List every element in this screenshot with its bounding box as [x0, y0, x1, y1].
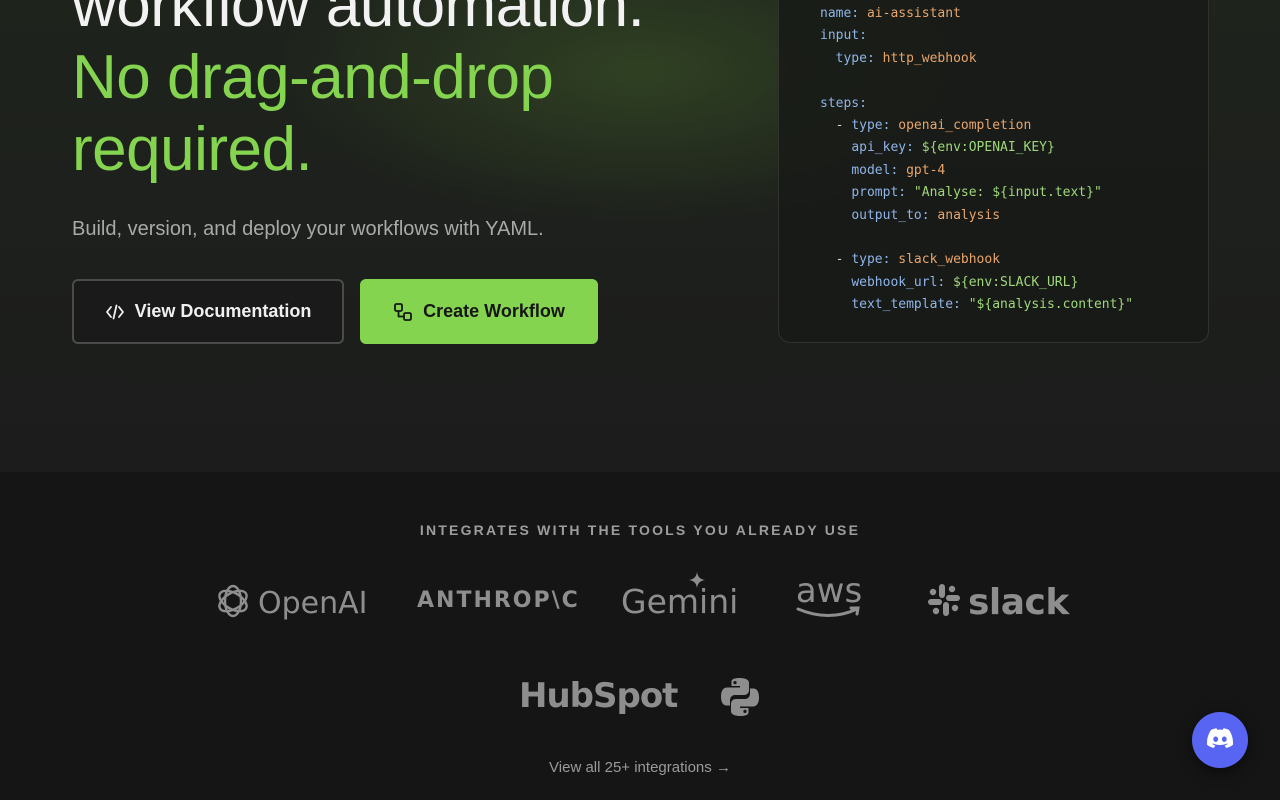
code-line: prompt: "Analyse: ${input.text}"	[820, 183, 1102, 203]
code-line: - type: openai_completion	[820, 116, 1032, 136]
code-value: "${analysis.content}"	[960, 297, 1134, 313]
gemini-logo: Gemini	[621, 572, 739, 621]
code-icon	[105, 302, 125, 322]
integrations-title: INTEGRATES WITH THE TOOLS YOU ALREADY US…	[419, 522, 861, 538]
create-workflow-label: Create Workflow	[423, 301, 565, 321]
code-key: type:	[851, 118, 891, 133]
hubspot-logo: HubSpot	[519, 676, 678, 716]
code-line: - type: slack_webhook	[820, 250, 1000, 270]
discord-icon	[1207, 727, 1233, 753]
openai-logo: OpenAI	[214, 582, 368, 625]
code-value: http_webhook	[874, 50, 977, 66]
python-icon	[720, 677, 760, 722]
code-key: webhook_url:	[851, 274, 946, 290]
anthropic-wordmark: ANTHROP\C	[417, 588, 580, 613]
slack-icon	[926, 582, 962, 623]
aws-logo: aws	[795, 571, 863, 625]
aws-smile-icon	[795, 606, 863, 625]
code-key: prompt:	[851, 185, 907, 201]
code-indent: -	[820, 118, 852, 133]
sparkle-icon	[689, 572, 705, 593]
code-line: input:	[820, 26, 867, 46]
code-line: name: ai-assistant	[820, 4, 961, 24]
headline-line-2: No drag-and-drop	[72, 43, 554, 112]
slack-logo: slack	[926, 582, 1069, 623]
code-value: gpt-4	[898, 162, 946, 178]
code-value: openai_completion	[890, 118, 1032, 133]
code-value: ai-assistant	[859, 6, 961, 21]
headline-line-1: workflow automation.	[72, 0, 645, 40]
discord-button[interactable]	[1192, 712, 1248, 768]
code-value: "Analyse: ${input.text}"	[906, 185, 1102, 201]
integrations-section: INTEGRATES WITH THE TOOLS YOU ALREADY US…	[0, 472, 1280, 800]
code-line: model: gpt-4	[820, 161, 945, 181]
code-indent: -	[820, 252, 852, 268]
create-workflow-button[interactable]: Create Workflow	[360, 279, 598, 344]
code-key: name:	[820, 6, 860, 21]
hero-headline: workflow automation. No drag-and-drop re…	[72, 0, 752, 186]
hero-section: workflow automation. No drag-and-drop re…	[0, 0, 1280, 472]
openai-icon	[214, 582, 252, 625]
headline-line-3: required.	[72, 115, 313, 184]
code-line: output_to: analysis	[820, 206, 1000, 226]
code-value: ${env:SLACK_URL}	[945, 274, 1079, 290]
code-key: input:	[820, 28, 867, 44]
code-key: steps:	[820, 95, 867, 111]
hero-subhead: Build, version, and deploy your workflow…	[72, 218, 544, 240]
code-line: type: http_webhook	[820, 49, 977, 69]
code-line: webhook_url: ${env:SLACK_URL}	[820, 273, 1078, 293]
gemini-wordmark: Gemini	[621, 582, 739, 621]
code-key: type:	[835, 50, 875, 66]
view-all-integrations-link[interactable]: View all 25+ integrations →	[0, 759, 1280, 776]
code-key: text_template:	[851, 297, 961, 313]
view-documentation-button[interactable]: View Documentation	[72, 279, 344, 344]
code-value: slack_webhook	[890, 252, 1001, 268]
code-value: analysis	[929, 207, 1001, 223]
workflow-icon	[393, 302, 413, 322]
slack-wordmark: slack	[968, 582, 1069, 623]
code-key: type:	[851, 252, 891, 268]
code-line: steps:	[820, 94, 867, 114]
code-line: text_template: "${analysis.content}"	[820, 295, 1133, 315]
anthropic-logo: ANTHROP\C	[417, 588, 580, 613]
openai-wordmark: OpenAI	[258, 586, 368, 621]
code-key: api_key:	[851, 140, 914, 156]
view-documentation-label: View Documentation	[134, 301, 312, 321]
hubspot-wordmark: HubSpot	[519, 676, 678, 716]
python-logo	[720, 677, 760, 722]
yaml-code-panel: name: ai-assistant input: type: http_webh…	[778, 0, 1209, 343]
code-line: api_key: ${env:OPENAI_KEY}	[820, 138, 1055, 158]
code-key: model:	[851, 162, 899, 178]
code-value: ${env:OPENAI_KEY}	[913, 140, 1055, 156]
code-key: output_to:	[851, 207, 930, 223]
aws-wordmark: aws	[795, 571, 863, 611]
